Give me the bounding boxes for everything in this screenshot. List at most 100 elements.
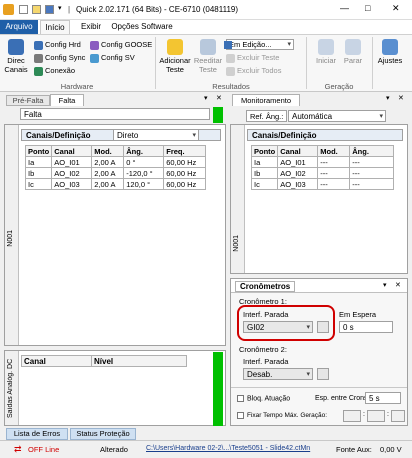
col-mod: Mod.: [91, 145, 125, 157]
close-button[interactable]: ✕: [392, 3, 400, 14]
quick-access-dropdown-icon[interactable]: ▾: [58, 4, 62, 12]
status-green-bar: [213, 352, 223, 426]
chevron-down-icon: ▾: [379, 113, 383, 120]
maximize-button[interactable]: □: [365, 3, 370, 13]
tab-inicio[interactable]: Início: [40, 20, 70, 34]
table-row: Ib AO_I02 --- ---: [250, 167, 395, 179]
config-goose-button[interactable]: Config GOOSE: [90, 40, 152, 50]
excluir-todos-button[interactable]: Excluir Todos: [226, 66, 281, 76]
ajustes-button[interactable]: Ajustes: [376, 39, 404, 65]
cell: ---: [317, 178, 351, 190]
ref-ang-dropdown[interactable]: Automática ▾: [288, 110, 386, 122]
table-row: Ia AO_I01 --- ---: [250, 156, 395, 168]
time-separator: :: [363, 411, 365, 418]
interf-parada2-dropdown[interactable]: Desab. ▾: [243, 368, 313, 380]
parar-button[interactable]: Parar: [342, 39, 364, 65]
excluir-teste-button[interactable]: Excluir Teste: [226, 53, 279, 63]
col-mod: Mod.: [317, 145, 351, 157]
table-row[interactable]: Ia AO_I01 2,00 A0 ° 60,00 Hz: [24, 156, 207, 168]
interf-parada2-extra-button[interactable]: [317, 368, 329, 380]
fixar-hours-input[interactable]: [343, 410, 361, 422]
panel-menu-icon[interactable]: ▾: [204, 94, 208, 102]
direc-canais-button[interactable]: Direc Canais: [4, 39, 28, 74]
em-edicao-value: Em Edição...: [229, 40, 272, 49]
col-canal: Canal: [277, 145, 319, 157]
col-freq: Freq.: [163, 145, 207, 157]
adicionar-teste-label: Teste: [166, 65, 184, 74]
panel-close-icon[interactable]: ✕: [216, 94, 222, 102]
cell[interactable]: 120,0 °: [123, 178, 165, 190]
col-ponto: Ponto: [24, 145, 53, 157]
tab-exibir[interactable]: Exibir: [76, 20, 106, 34]
open-icon[interactable]: [32, 5, 41, 14]
direc-canais-icon: [8, 39, 24, 55]
stop-icon: [345, 39, 361, 55]
reedit-test-icon: [200, 39, 216, 55]
bloq-atuacao-checkbox[interactable]: Bloq. Atuação: [237, 395, 290, 402]
cell[interactable]: 60,00 Hz: [163, 167, 207, 179]
sync-icon: [34, 53, 43, 63]
panel-close-icon[interactable]: ✕: [398, 94, 404, 102]
falta-name-field[interactable]: Falta: [20, 108, 210, 120]
side-label-n001: N001: [7, 230, 14, 247]
table-row[interactable]: Ic AO_I03 2,00 A 120,0 ° 60,00 Hz: [24, 178, 207, 190]
cell[interactable]: -120,0 °: [123, 167, 165, 179]
mode-dropdown[interactable]: Direto ▾: [113, 129, 199, 141]
save-icon[interactable]: [45, 5, 54, 14]
separator: [372, 37, 373, 89]
cell: ---: [349, 156, 395, 168]
bloq-atuacao-label: Bloq. Atuação: [247, 395, 291, 403]
config-sync-label: Config Sync: [45, 53, 86, 62]
cell[interactable]: 2,00 A: [91, 156, 125, 168]
fixar-seconds-input[interactable]: [391, 410, 405, 422]
checkbox-icon: [237, 412, 244, 419]
panel-close-icon[interactable]: ✕: [395, 281, 401, 289]
panel-menu-icon[interactable]: ▾: [386, 94, 390, 102]
add-test-icon: [167, 39, 183, 55]
new-icon[interactable]: [19, 5, 28, 14]
iniciar-button[interactable]: Iniciar: [314, 39, 338, 65]
status-bar: ⇄ OFF Line Alterado C:\Users\Hardware 02…: [0, 440, 412, 458]
conexao-button[interactable]: Conexão: [34, 66, 75, 76]
cell[interactable]: 60,00 Hz: [163, 178, 207, 190]
iniciar-label: Iniciar: [315, 56, 336, 65]
cell[interactable]: 2,00 A: [91, 167, 125, 179]
table-row[interactable]: Ib AO_I02 2,00 A -120,0 ° 60,00 Hz: [24, 167, 207, 179]
config-sv-button[interactable]: Config SV: [90, 53, 135, 63]
tab-status-protecao[interactable]: Status Proteção: [70, 428, 136, 440]
config-sync-button[interactable]: Config Sync: [34, 53, 85, 63]
goose-icon: [90, 40, 99, 50]
cell: AO_I03: [51, 178, 93, 190]
tab-opcoes-software[interactable]: Opções Software: [110, 20, 174, 34]
tab-monitoramento[interactable]: Monitoramento: [232, 94, 300, 106]
cell: Ic: [24, 178, 53, 190]
fixar-tempo-checkbox[interactable]: Fixar Tempo Máx. Geração:: [237, 412, 327, 419]
minimize-button[interactable]: —: [340, 3, 349, 13]
play-icon: [318, 39, 334, 55]
esp-entre-crons-input[interactable]: 5 s: [365, 392, 401, 404]
cell: Ib: [250, 167, 279, 179]
adicionar-teste-button[interactable]: Adicionar Teste: [158, 39, 192, 74]
interf-parada2-label: Interf. Parada: [243, 357, 289, 366]
fixar-minutes-input[interactable]: [367, 410, 385, 422]
tab-arquivo[interactable]: Arquivo: [0, 20, 38, 34]
em-espera-input[interactable]: 0 s: [339, 321, 393, 333]
em-espera-label: Em Espera: [339, 310, 377, 319]
cell[interactable]: 60,00 Hz: [163, 156, 207, 168]
tab-falta[interactable]: Falta: [50, 94, 84, 106]
reeditar-label: Reeditar: [193, 56, 223, 65]
interf-parada-dropdown[interactable]: GI02 ▾: [243, 321, 313, 333]
reeditar-teste-button[interactable]: Reeditar Teste: [193, 39, 223, 74]
table-row: Ic AO_I03 --- ---: [250, 178, 395, 190]
file-path-link[interactable]: C:\Users\Hardware 02-2\...\Teste5051 - S…: [146, 445, 310, 452]
em-edicao-dropdown[interactable]: Em Edição... ▾: [226, 39, 294, 50]
tab-lista-erros[interactable]: Lista de Erros: [6, 428, 68, 440]
conexao-label: Conexão: [45, 66, 76, 75]
canais-label: Canais: [4, 65, 28, 74]
config-hrd-button[interactable]: Config Hrd: [34, 40, 81, 50]
panel-menu-icon[interactable]: ▾: [383, 281, 387, 289]
cell[interactable]: 0 °: [123, 156, 165, 168]
cell[interactable]: 2,00 A: [91, 178, 125, 190]
tab-pre-falta[interactable]: Pré-Falta: [6, 95, 50, 106]
interf-parada-extra-button[interactable]: [317, 321, 329, 333]
